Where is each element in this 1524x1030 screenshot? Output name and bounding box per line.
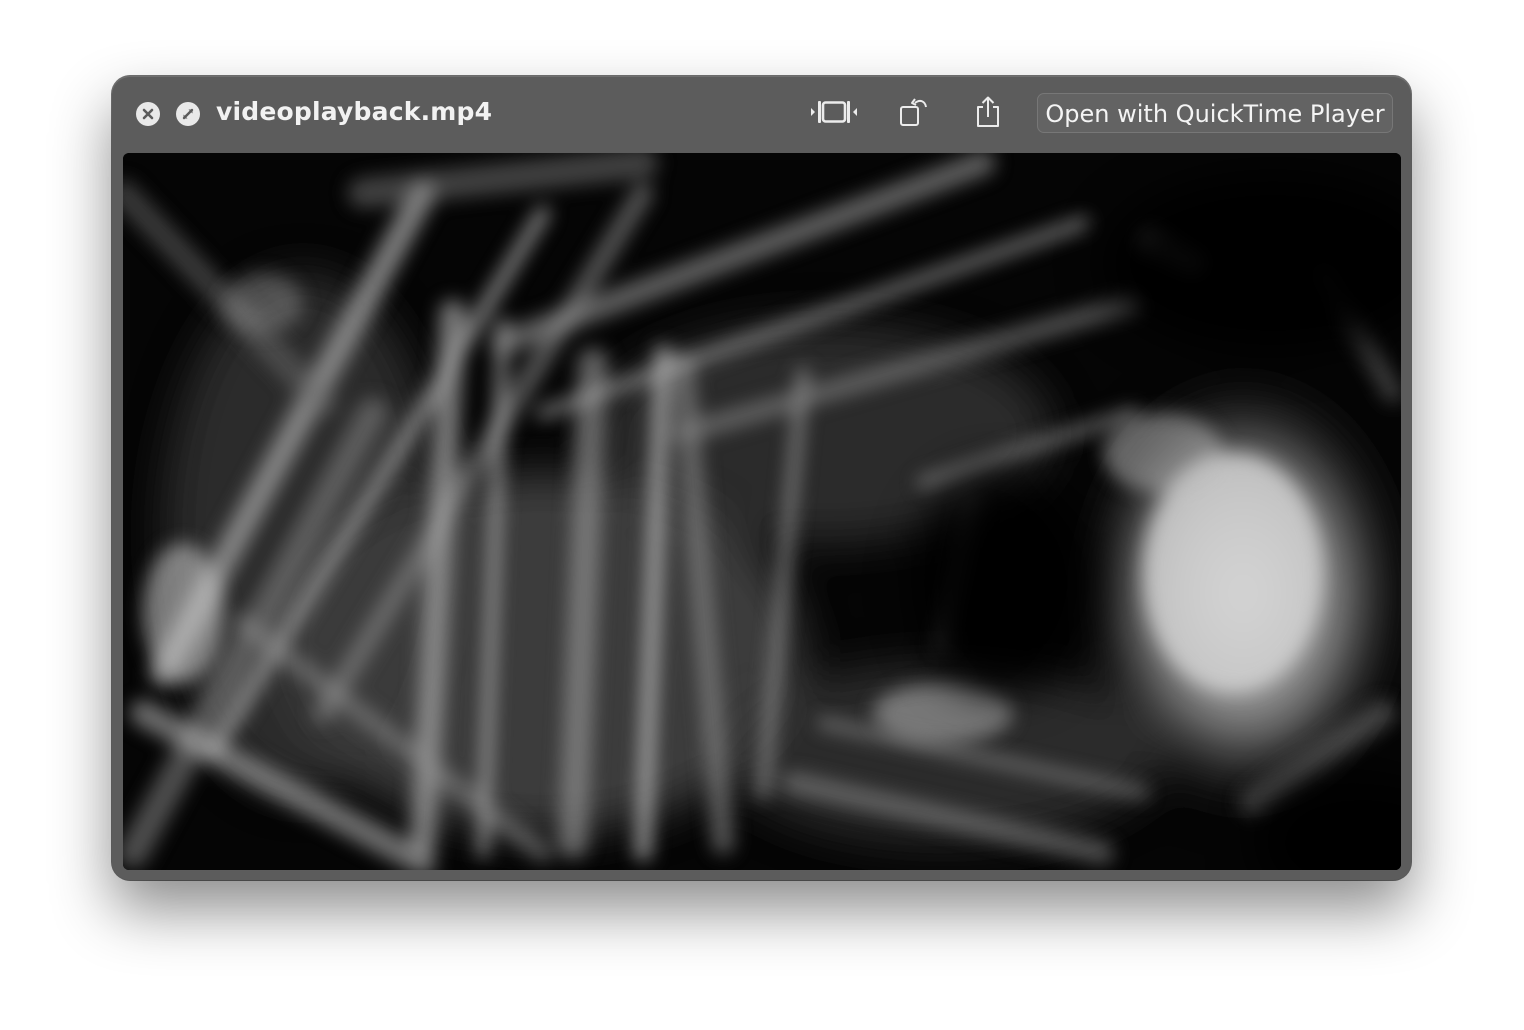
title-bar: videoplayback.mp4 Open with QuickTime Pl… (112, 76, 1411, 152)
rotate-button[interactable] (896, 96, 932, 132)
fullscreen-icon (180, 106, 196, 122)
open-with-quicktime-button[interactable]: Open with QuickTime Player (1037, 93, 1393, 133)
share-button[interactable] (972, 96, 1004, 132)
rotate-icon (898, 96, 930, 132)
share-icon (974, 95, 1002, 133)
quick-look-window: videoplayback.mp4 Open with QuickTime Pl… (112, 76, 1411, 880)
trim-icon (809, 98, 859, 130)
trim-button[interactable] (808, 96, 860, 132)
video-preview[interactable] (123, 153, 1401, 870)
fullscreen-button[interactable] (176, 102, 200, 126)
close-button[interactable] (136, 102, 160, 126)
close-icon (141, 107, 155, 121)
video-frame-image (123, 153, 1401, 870)
window-title: videoplayback.mp4 (216, 97, 493, 126)
